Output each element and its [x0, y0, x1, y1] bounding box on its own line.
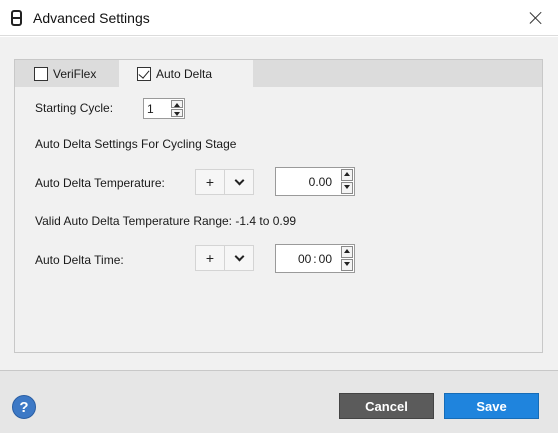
- save-button[interactable]: Save: [444, 393, 539, 419]
- starting-cycle-label: Starting Cycle:: [35, 101, 114, 115]
- app-icon: [11, 10, 22, 26]
- tab-auto-delta-label: Auto Delta: [156, 67, 213, 81]
- cancel-button[interactable]: Cancel: [339, 393, 434, 419]
- temperature-up-arrow[interactable]: [341, 169, 353, 181]
- tab-strip: VeriFlex Auto Delta: [14, 59, 543, 88]
- chevron-down-icon[interactable]: [225, 170, 253, 194]
- temperature-value[interactable]: 0.00: [309, 168, 332, 195]
- tab-auto-delta[interactable]: Auto Delta: [119, 60, 253, 88]
- window-title: Advanced Settings: [33, 10, 150, 26]
- temperature-label: Auto Delta Temperature:: [35, 176, 165, 190]
- time-label: Auto Delta Time:: [35, 253, 124, 267]
- valid-range-text: Valid Auto Delta Temperature Range: -1.4…: [35, 214, 297, 228]
- starting-cycle-down-arrow[interactable]: [171, 109, 183, 117]
- starting-cycle-value[interactable]: 1: [147, 99, 154, 118]
- temperature-sign-control[interactable]: +: [195, 169, 254, 195]
- close-icon[interactable]: [526, 8, 546, 28]
- time-minutes[interactable]: 00: [298, 252, 311, 266]
- time-sign-control[interactable]: +: [195, 245, 254, 271]
- time-spinner[interactable]: 00 : 00: [275, 244, 355, 273]
- help-icon[interactable]: ?: [12, 395, 36, 419]
- temperature-plus-button[interactable]: +: [196, 170, 225, 194]
- tab-veriflex-label: VeriFlex: [53, 67, 97, 81]
- temperature-spinner[interactable]: 0.00: [275, 167, 355, 196]
- chevron-down-icon[interactable]: [225, 246, 253, 270]
- dialog-footer: ? Cancel Save: [0, 370, 558, 433]
- time-plus-button[interactable]: +: [196, 246, 225, 270]
- time-up-arrow[interactable]: [341, 246, 353, 258]
- section-heading: Auto Delta Settings For Cycling Stage: [35, 137, 237, 151]
- title-bar: Advanced Settings: [0, 0, 558, 36]
- starting-cycle-up-arrow[interactable]: [171, 100, 183, 108]
- veriflex-checkbox[interactable]: [34, 67, 48, 81]
- time-down-arrow[interactable]: [341, 259, 353, 271]
- auto-delta-checkbox[interactable]: [137, 67, 151, 81]
- time-separator: :: [313, 251, 317, 266]
- starting-cycle-spinner[interactable]: 1: [143, 98, 185, 119]
- temperature-down-arrow[interactable]: [341, 182, 353, 194]
- time-seconds[interactable]: 00: [319, 252, 332, 266]
